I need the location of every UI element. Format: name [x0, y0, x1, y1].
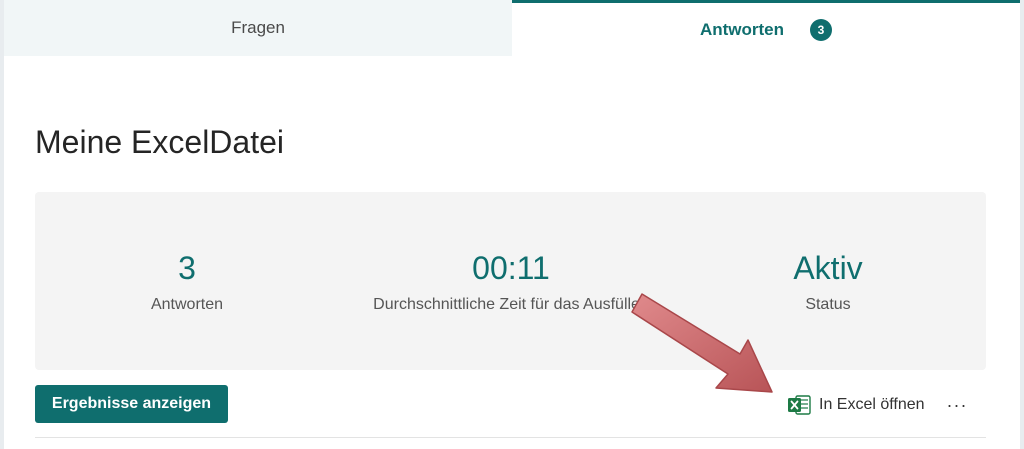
status-value: Aktiv: [793, 250, 863, 286]
responses-value: 3: [178, 250, 196, 286]
more-options-button[interactable]: ···: [945, 393, 969, 417]
tab-responses-label: Antworten: [699, 19, 785, 39]
average-time-label: Durchschnittliche Zeit für das Ausfüllen: [373, 296, 649, 313]
responses-count-badge: 3: [810, 18, 833, 41]
forms-responses-page: Fragen Antworten 3 Meine ExcelDatei 3 An…: [0, 0, 1024, 449]
page-title: Meine ExcelDatei: [35, 124, 284, 160]
summary-panel: 3 Antworten 00:11 Durchschnittliche Zeit…: [35, 192, 986, 370]
open-in-excel-label: In Excel öffnen: [819, 396, 925, 413]
tab-questions-label: Fragen: [231, 18, 285, 37]
responses-label: Antworten: [150, 296, 224, 313]
more-icon: ···: [946, 394, 968, 415]
open-in-excel-button[interactable]: In Excel öffnen: [787, 393, 925, 417]
average-time-stat: 00:11 Durchschnittliche Zeit für das Aus…: [353, 250, 669, 314]
view-results-button[interactable]: Ergebnisse anzeigen: [35, 385, 228, 423]
divider: [35, 437, 986, 438]
tab-responses[interactable]: Antworten 3: [512, 0, 1020, 56]
excel-icon: [787, 394, 811, 416]
status-stat: Aktiv Status: [768, 250, 888, 314]
left-border: [0, 0, 4, 449]
tab-bar: Fragen Antworten 3: [4, 0, 1020, 56]
status-label: Status: [805, 296, 851, 313]
right-border: [1020, 0, 1024, 449]
responses-stat: 3 Antworten: [127, 250, 247, 314]
tab-questions[interactable]: Fragen: [4, 0, 512, 56]
average-time-value: 00:11: [472, 250, 550, 286]
